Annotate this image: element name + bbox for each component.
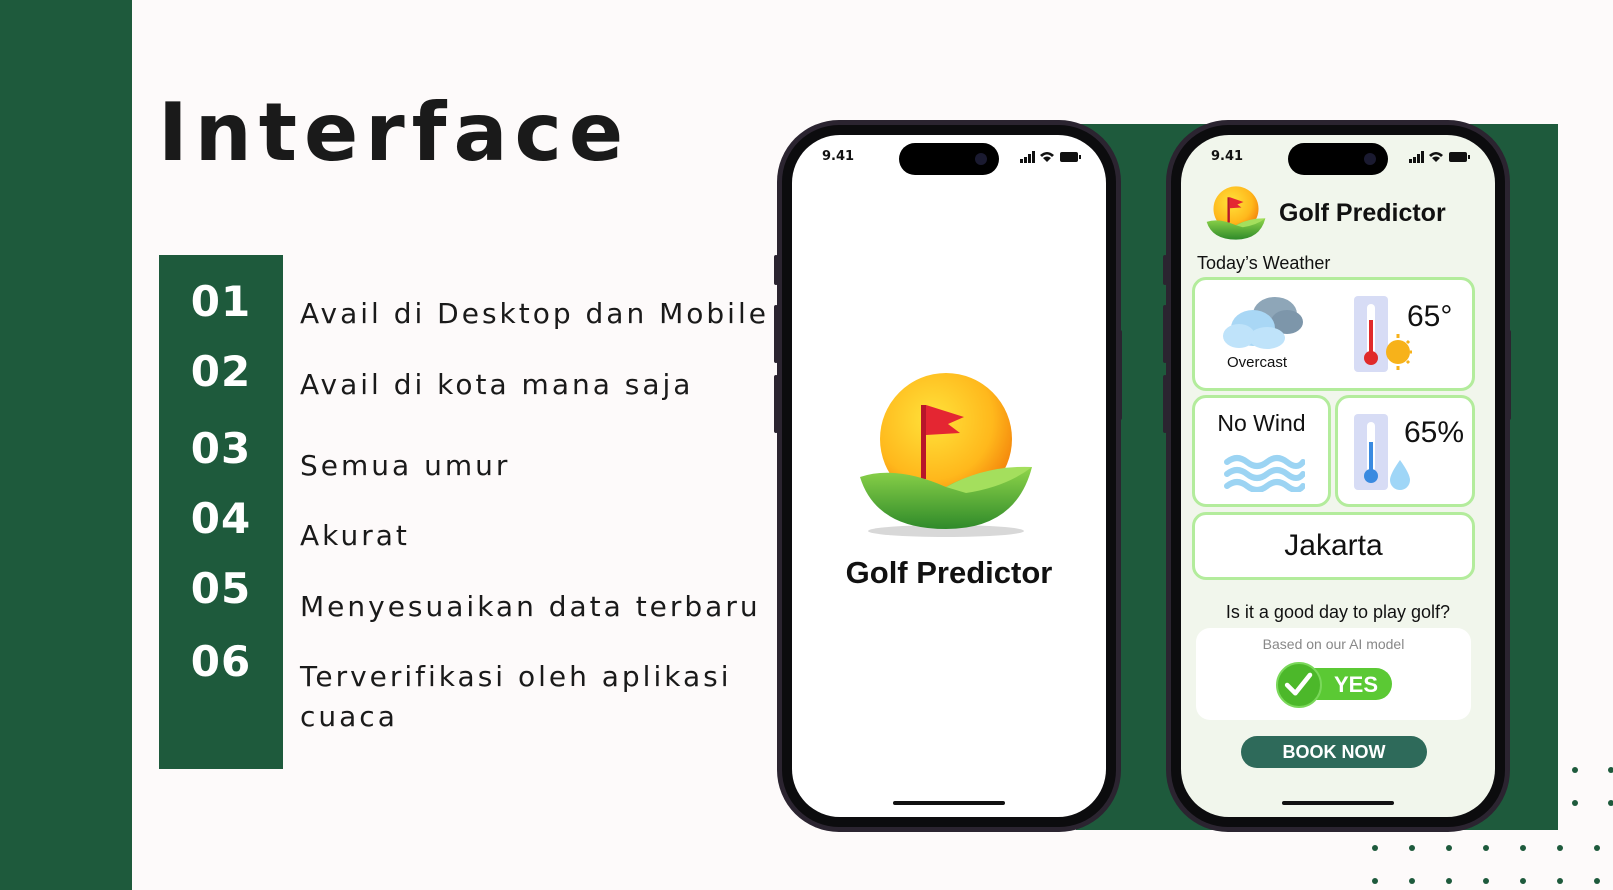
home-indicator[interactable] — [1282, 801, 1394, 805]
thermometer-water-drop-icon — [1354, 414, 1410, 490]
status-icons — [1409, 151, 1470, 163]
condition-label: Overcast — [1227, 354, 1288, 371]
feature-number: 01 — [190, 277, 252, 326]
prediction-badge: YES — [1276, 662, 1392, 708]
status-icons — [1020, 151, 1081, 163]
thermometer-sun-icon — [1354, 296, 1412, 372]
feature-number: 04 — [190, 494, 252, 543]
phone-app: 9.41 Golf Predictor Today’s Weather Over… — [1166, 120, 1510, 832]
dynamic-island — [1288, 143, 1388, 175]
wind-label: No Wind — [1217, 410, 1306, 436]
feature-text: Terverifikasi oleh aplikasi cuaca — [300, 660, 732, 733]
feature-text: Avail di kota mana saja — [300, 368, 694, 401]
dynamic-island — [899, 143, 999, 175]
feature-text: Semua umur — [300, 449, 511, 482]
weather-section-label: Today’s Weather — [1197, 253, 1331, 273]
prediction-card: Based on our AI model YES — [1196, 628, 1471, 720]
model-label: Based on our AI model — [1262, 636, 1405, 652]
status-time: 9.41 — [822, 149, 855, 164]
humidity-card[interactable]: 65% — [1335, 395, 1475, 507]
weather-card[interactable]: Overcast 65° — [1192, 277, 1475, 391]
feature-number: 03 — [190, 424, 252, 473]
overcast-cloud-icon — [1223, 297, 1303, 349]
wind-card[interactable]: No Wind — [1192, 395, 1331, 507]
status-time: 9.41 — [1211, 149, 1244, 164]
splash-app-name: Golf Predictor — [845, 555, 1053, 590]
home-indicator[interactable] — [893, 801, 1005, 805]
city-selector[interactable]: Jakarta — [1192, 512, 1475, 580]
golf-predictor-logo-icon — [860, 373, 1032, 537]
splash-screen: 9.41 Golf Predictor — [792, 135, 1106, 817]
slide-title: Interface — [158, 86, 631, 179]
feature-text: Akurat — [300, 519, 410, 552]
wave-wind-icon — [1224, 455, 1305, 492]
humidity-value: 65% — [1404, 416, 1465, 449]
app-title: Golf Predictor — [1279, 199, 1446, 227]
app-screen: 9.41 Golf Predictor Today’s Weather Over… — [1181, 135, 1495, 817]
left-accent-bar — [0, 0, 132, 890]
feature-text: Avail di Desktop dan Mobile — [300, 297, 769, 330]
feature-number: 06 — [190, 637, 252, 686]
phone-splash: 9.41 Golf Predictor — [777, 120, 1121, 832]
book-now-button[interactable]: BOOK NOW — [1241, 736, 1427, 768]
city-label: Jakarta — [1284, 529, 1383, 562]
feature-number: 05 — [190, 564, 252, 613]
prediction-verdict: YES — [1334, 672, 1379, 697]
golf-predictor-logo-icon — [1206, 186, 1266, 240]
prediction-question: Is it a good day to play golf? — [1225, 602, 1451, 622]
feature-number-panel: 01 02 03 04 05 06 — [159, 255, 283, 769]
feature-number: 02 — [190, 347, 252, 396]
feature-text: Menyesuaikan data terbaru — [300, 590, 761, 623]
checkmark-icon — [1276, 662, 1322, 708]
temperature-value: 65° — [1407, 300, 1453, 333]
